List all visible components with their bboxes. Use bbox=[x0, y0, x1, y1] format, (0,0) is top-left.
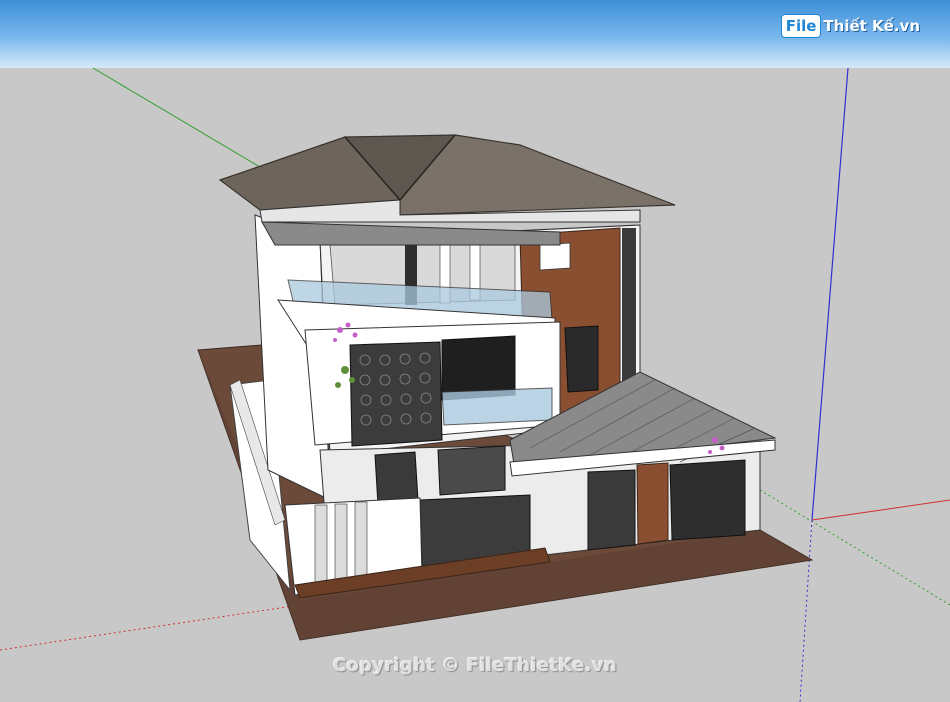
garage-wood bbox=[636, 462, 669, 545]
fence-post-2 bbox=[334, 503, 348, 583]
ground-door-glass bbox=[374, 451, 419, 506]
logo-text: Thiết Kế.vn bbox=[823, 17, 920, 35]
copyright-watermark: Copyright © FileThietKe.vn bbox=[332, 655, 618, 676]
logo-file-badge: File bbox=[780, 14, 822, 38]
upper-pergola bbox=[261, 221, 561, 246]
front-door bbox=[587, 469, 636, 551]
wood-window bbox=[564, 325, 599, 393]
3d-house-model[interactable] bbox=[197, 134, 814, 641]
ground-window bbox=[437, 445, 506, 496]
blue-axis-line bbox=[811, 67, 849, 521]
red-axis-dotted bbox=[0, 604, 301, 651]
sketchup-viewport[interactable]: File Thiết Kế.vn Copyright © FileThietKe… bbox=[0, 0, 950, 702]
fence-post-3 bbox=[354, 501, 368, 579]
garage-door bbox=[669, 459, 746, 541]
red-axis-line bbox=[811, 499, 950, 521]
wood-window-top bbox=[539, 242, 571, 271]
middle-balcony-glass bbox=[441, 387, 553, 426]
green-axis-line bbox=[92, 67, 266, 171]
fence-post-1 bbox=[314, 504, 328, 586]
decorative-screen bbox=[349, 341, 443, 447]
site-logo: File Thiết Kế.vn bbox=[780, 10, 920, 42]
model-canvas[interactable] bbox=[0, 0, 950, 702]
